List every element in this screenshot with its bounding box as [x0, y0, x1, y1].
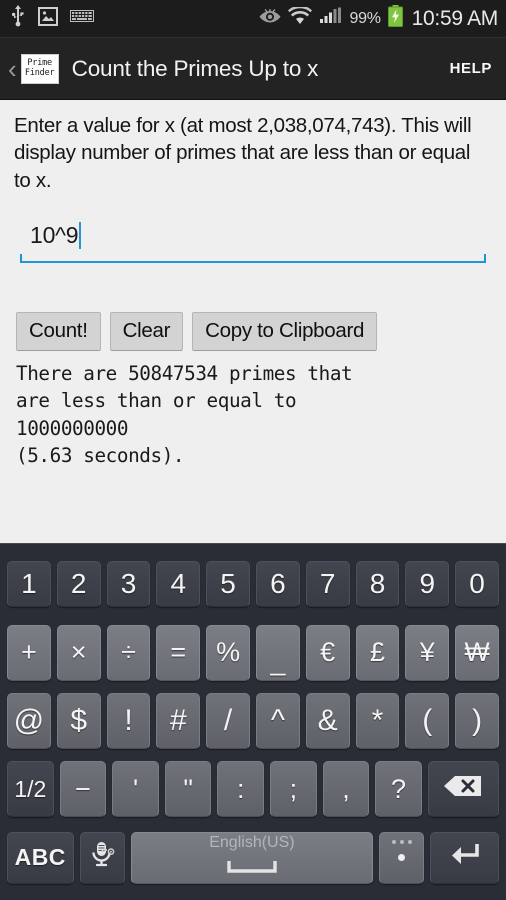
- keyboard-row-numbers: 1 2 3 4 5 6 7 8 9 0: [4, 550, 502, 618]
- key-ampersand[interactable]: &: [305, 693, 350, 750]
- key-7[interactable]: 7: [305, 561, 350, 608]
- key-euro[interactable]: €: [305, 624, 350, 681]
- keyboard-row-symbols-3: 1/2 − ' " : ; , ?: [4, 755, 502, 823]
- phone-screen: 99% 10:59 AM ‹ Prime Finder Count the Pr…: [0, 0, 506, 900]
- key-divide[interactable]: ÷: [106, 624, 151, 681]
- key-plus[interactable]: +: [7, 624, 51, 681]
- count-button[interactable]: Count!: [16, 311, 101, 351]
- result-text: There are 50847534 primes that are less …: [16, 361, 353, 467]
- key-paren-close[interactable]: ): [455, 693, 499, 750]
- key-6[interactable]: 6: [255, 561, 300, 608]
- key-yen[interactable]: ¥: [405, 624, 450, 681]
- period-more-dots-icon: [380, 839, 423, 844]
- key-underscore[interactable]: _: [255, 624, 300, 681]
- status-bar: 99% 10:59 AM: [0, 0, 506, 38]
- key-8[interactable]: 8: [355, 561, 400, 608]
- key-slash[interactable]: /: [206, 693, 250, 750]
- key-period[interactable]: [379, 831, 425, 884]
- battery-charging-icon: [387, 5, 403, 32]
- backspace-icon: [443, 774, 483, 805]
- key-dollar[interactable]: $: [56, 693, 101, 750]
- app-icon-line2: Finder: [24, 67, 55, 78]
- smart-stay-eye-icon: [259, 8, 281, 29]
- key-pound[interactable]: £: [355, 624, 400, 681]
- key-asterisk[interactable]: *: [355, 693, 400, 750]
- app-icon[interactable]: Prime Finder: [20, 53, 59, 84]
- key-paren-open[interactable]: (: [405, 693, 450, 750]
- status-clock: 10:59 AM: [411, 6, 499, 30]
- key-semicolon[interactable]: ;: [270, 761, 317, 818]
- instruction-text: Enter a value for x (at most 2,038,074,7…: [14, 114, 472, 192]
- key-0[interactable]: 0: [455, 561, 499, 608]
- screenshot-image-icon: [38, 6, 58, 31]
- keyboard-row-symbols-1: + × ÷ = % _ € £ ¥ ₩: [4, 618, 502, 686]
- x-value-input-wrap: 10^9: [14, 216, 492, 263]
- key-abc-switch[interactable]: ABC: [7, 831, 74, 884]
- key-page-toggle[interactable]: 1/2: [7, 761, 54, 818]
- key-equals[interactable]: =: [156, 624, 201, 681]
- on-screen-keyboard: 1 2 3 4 5 6 7 8 9 0 + × ÷ = % _ € £ ¥ ₩ …: [0, 543, 506, 900]
- action-button-row: Count! Clear Copy to Clipboard: [14, 311, 492, 351]
- help-button[interactable]: HELP: [450, 60, 492, 77]
- battery-percent-label: 99%: [349, 9, 381, 27]
- key-voice-input[interactable]: [79, 831, 125, 884]
- key-9[interactable]: 9: [405, 561, 450, 608]
- key-2[interactable]: 2: [56, 561, 101, 608]
- key-4[interactable]: 4: [156, 561, 201, 608]
- key-space[interactable]: English(US): [130, 831, 374, 884]
- status-bar-left-icons: [10, 5, 94, 32]
- key-multiply[interactable]: ×: [56, 624, 101, 681]
- cellular-signal-icon: [319, 7, 343, 30]
- key-at[interactable]: @: [7, 693, 51, 750]
- key-quote[interactable]: ": [164, 761, 212, 818]
- key-caret[interactable]: ^: [255, 693, 300, 750]
- text-caret: [79, 222, 82, 250]
- usb-icon: [10, 5, 26, 32]
- action-bar: ‹ Prime Finder Count the Primes Up to x …: [0, 38, 506, 100]
- space-language-label: English(US): [209, 833, 295, 851]
- wifi-icon: [287, 5, 312, 30]
- key-hash[interactable]: #: [156, 693, 201, 750]
- key-backspace[interactable]: [427, 761, 500, 818]
- main-content: Enter a value for x (at most 2,038,074,7…: [0, 100, 506, 543]
- key-won[interactable]: ₩: [455, 624, 499, 681]
- enter-return-icon: [447, 841, 483, 874]
- space-glyph-icon: [226, 854, 278, 882]
- key-1[interactable]: 1: [7, 561, 51, 608]
- key-5[interactable]: 5: [206, 561, 250, 608]
- key-minus[interactable]: −: [59, 761, 107, 818]
- status-bar-right-icons: 99% 10:59 AM: [259, 5, 498, 32]
- page-title: Count the Primes Up to x: [71, 55, 319, 81]
- keyboard-row-bottom: ABC English(US): [4, 824, 502, 892]
- keyboard-row-symbols-2: @ $ ! # / ^ & * ( ): [4, 687, 502, 755]
- copy-to-clipboard-button[interactable]: Copy to Clipboard: [192, 311, 378, 351]
- key-enter[interactable]: [430, 831, 499, 884]
- back-chevron-icon[interactable]: ‹: [6, 56, 21, 82]
- key-apostrophe[interactable]: ': [112, 761, 159, 818]
- key-exclamation[interactable]: !: [106, 693, 151, 750]
- key-colon[interactable]: :: [217, 761, 265, 818]
- clear-button[interactable]: Clear: [109, 311, 184, 351]
- key-comma[interactable]: ,: [322, 761, 370, 818]
- gear-icon: [100, 839, 115, 867]
- x-value-text: 10^9: [30, 222, 79, 249]
- key-3[interactable]: 3: [106, 561, 151, 608]
- key-question[interactable]: ?: [375, 761, 422, 818]
- period-dot-icon: [398, 854, 406, 862]
- x-value-input[interactable]: 10^9: [20, 216, 486, 256]
- key-percent[interactable]: %: [206, 624, 250, 681]
- keyboard-icon: [70, 9, 94, 28]
